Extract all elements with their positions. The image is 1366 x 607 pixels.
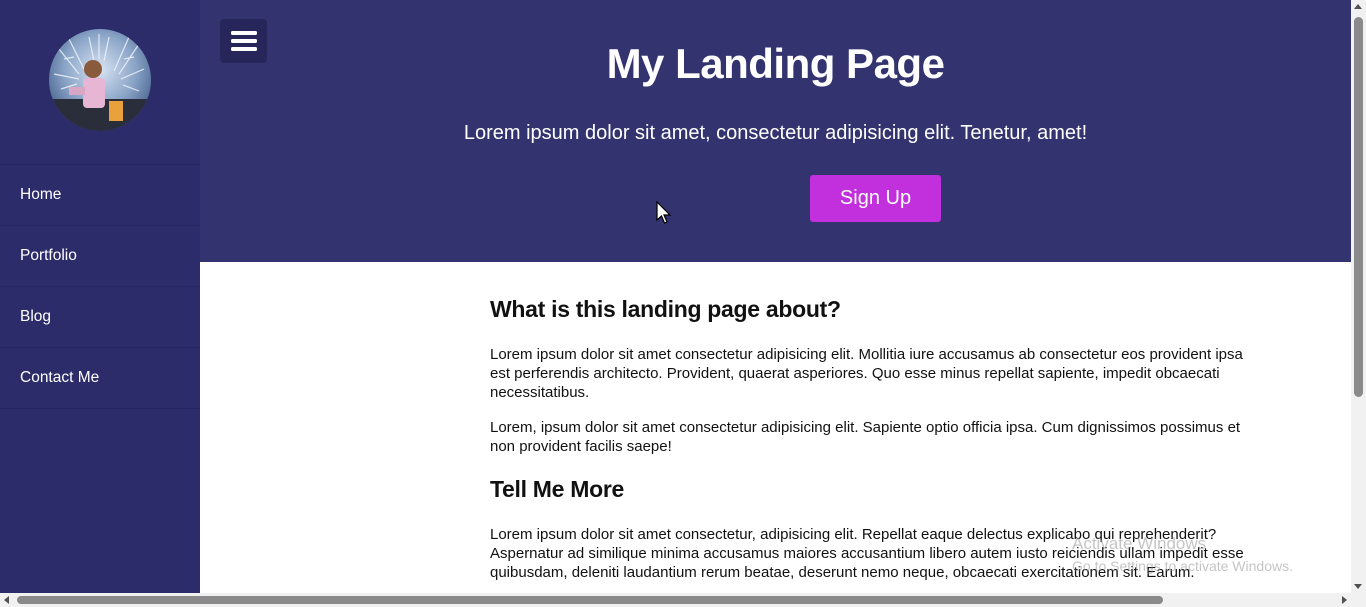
sidebar-item-contact-me[interactable]: Contact Me (0, 348, 200, 409)
watermark-subtitle: Go to Settings to activate Windows. (1072, 558, 1293, 574)
avatar-container (0, 0, 200, 165)
profile-photo-icon (49, 33, 151, 131)
scroll-right-icon[interactable] (1342, 596, 1347, 604)
sidebar: Home Portfolio Blog Contact Me (0, 0, 200, 593)
scroll-up-icon[interactable] (1354, 4, 1362, 9)
paragraph: Lorem ipsum dolor sit amet consectetur a… (490, 346, 1243, 401)
horizontal-scroll-thumb[interactable] (17, 596, 1163, 604)
paragraph: Lorem, ipsum dolor sit amet consectetur … (490, 419, 1241, 455)
page-title: My Landing Page (606, 40, 945, 87)
vertical-scrollbar[interactable] (1351, 0, 1366, 593)
avatar (49, 28, 151, 131)
scroll-left-icon[interactable] (4, 596, 9, 604)
sidebar-item-label: Portfolio (20, 247, 77, 264)
sidebar-item-label: Blog (20, 308, 52, 325)
sidebar-item-label: Home (20, 186, 62, 203)
sidebar-item-blog[interactable]: Blog (0, 287, 200, 348)
mouse-cursor-icon (656, 201, 672, 224)
vertical-scroll-thumb[interactable] (1354, 17, 1363, 397)
watermark-title: Activate Windows (1072, 534, 1207, 553)
section-heading-about: What is this landing page about? (490, 296, 841, 322)
horizontal-scrollbar[interactable] (0, 593, 1366, 607)
activate-windows-watermark: Activate Windows Go to Settings to activ… (1072, 533, 1293, 577)
section-heading-tell-me-more: Tell Me More (490, 476, 624, 502)
scroll-down-icon[interactable] (1354, 584, 1362, 589)
hero-subtitle: Lorem ipsum dolor sit amet, consectetur … (463, 122, 1088, 144)
sidebar-item-label: Contact Me (20, 369, 100, 386)
sidebar-item-portfolio[interactable]: Portfolio (0, 226, 200, 287)
hero-header: My Landing Page Lorem ipsum dolor sit am… (200, 0, 1351, 262)
sign-up-button[interactable]: Sign Up (810, 175, 941, 222)
sidebar-item-home[interactable]: Home (0, 165, 200, 226)
